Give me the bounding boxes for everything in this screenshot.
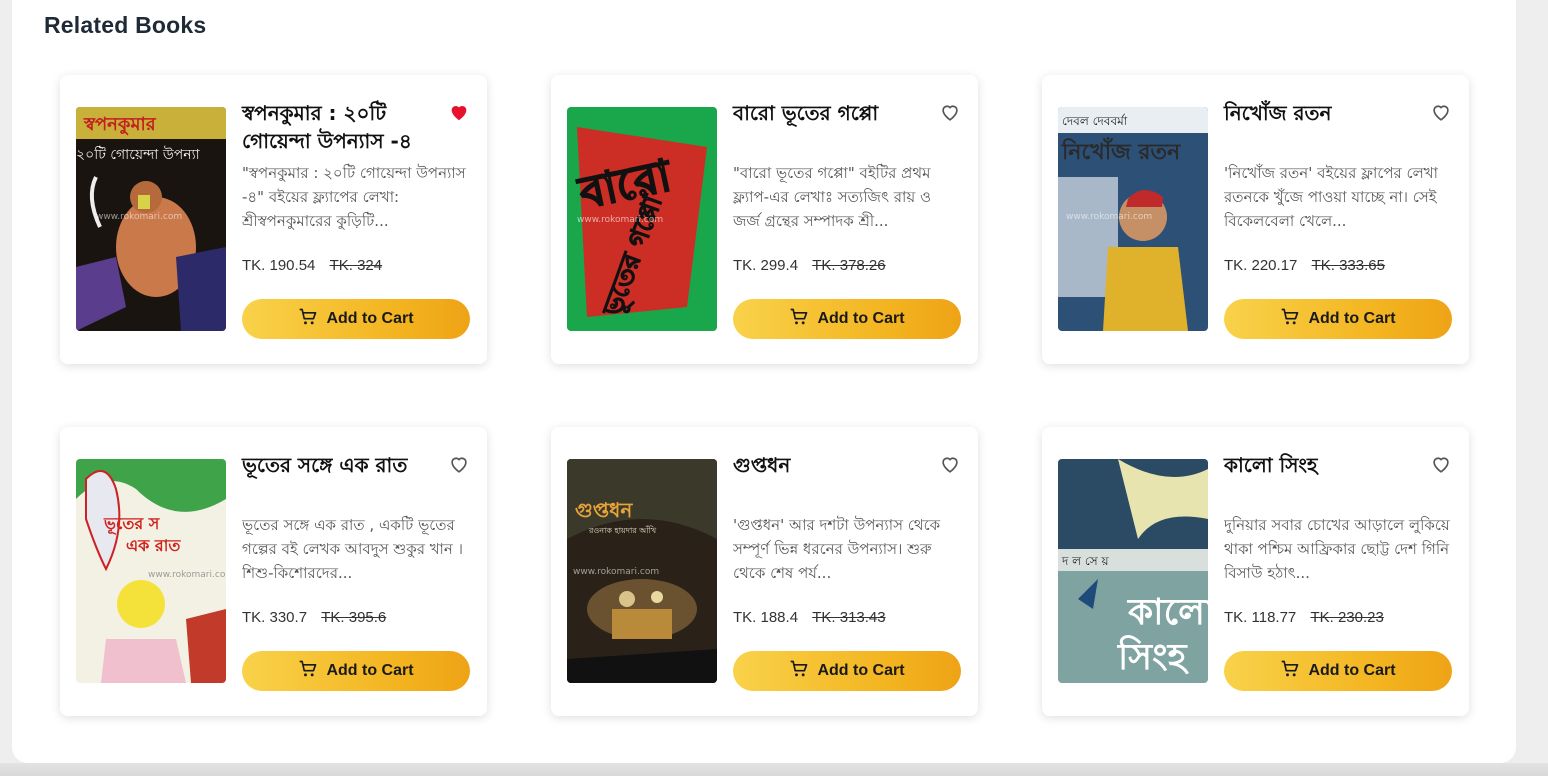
svg-text:দেবল দেববর্মা: দেবল দেববর্মা bbox=[1062, 114, 1128, 128]
add-to-cart-button[interactable]: Add to Cart bbox=[1224, 299, 1452, 339]
cart-icon bbox=[789, 659, 809, 684]
heart-outline-icon[interactable] bbox=[448, 453, 470, 475]
book-info: স্বপনকুমার : ২০টি গোয়েন্দা উপন্যাস -৪ "… bbox=[242, 99, 470, 339]
svg-text:গুপ্তধন: গুপ্তধন bbox=[575, 498, 633, 522]
book-info: নিখোঁজ রতন 'নিখোঁজ রতন' বইয়ের ফ্লাপের ল… bbox=[1224, 99, 1452, 339]
price-row: TK. 190.54 TK. 324 bbox=[242, 257, 382, 274]
price-row: TK. 330.7 TK. 395.6 bbox=[242, 609, 386, 626]
cart-icon bbox=[1280, 659, 1300, 684]
book-description: 'নিখোঁজ রতন' বইয়ের ফ্লাপের লেখা রতনকে খ… bbox=[1224, 164, 1439, 230]
book-cover-image[interactable]: স্বপনকুমার ২০টি গোয়েন্দা উপন্যা www.rok… bbox=[76, 107, 226, 331]
book-card[interactable]: ভূতের স এক রাত www.rokomari.com ভূতের সঙ… bbox=[60, 427, 487, 716]
book-description: 'গুপ্তধন' আর দশটা উপন্যাস থেকে সম্পূর্ণ … bbox=[733, 516, 941, 582]
svg-text:স্বপনকুমার: স্বপনকুমার bbox=[83, 114, 157, 135]
current-price: TK. 188.4 bbox=[733, 609, 799, 626]
book-description: ভূতের সঙ্গে এক রাত , একটি ভূতের গল্পের ব… bbox=[242, 516, 463, 582]
book-info: গুপ্তধন 'গুপ্তধন' আর দশটা উপন্যাস থেকে স… bbox=[733, 451, 961, 691]
old-price: TK. 230.23 bbox=[1310, 609, 1384, 626]
cart-icon bbox=[1280, 307, 1300, 332]
svg-text:এক রাত: এক রাত bbox=[126, 536, 181, 555]
add-to-cart-button[interactable]: Add to Cart bbox=[242, 651, 470, 691]
svg-text:২০টি গোয়েন্দা উপন্যা: ২০টি গোয়েন্দা উপন্যা bbox=[76, 146, 201, 163]
svg-text:www.rokomari.com: www.rokomari.com bbox=[1066, 212, 1152, 222]
svg-text:রওনাক হায়দার আঁখি: রওনাক হায়দার আঁখি bbox=[588, 525, 657, 535]
heart-filled-icon[interactable] bbox=[448, 101, 470, 123]
price-row: TK. 188.4 TK. 313.43 bbox=[733, 609, 886, 626]
page-bottom-edge bbox=[0, 763, 1548, 776]
heart-outline-icon[interactable] bbox=[1430, 453, 1452, 475]
price-row: TK. 118.77 TK. 230.23 bbox=[1224, 609, 1384, 626]
svg-text:কালো: কালো bbox=[1126, 592, 1208, 633]
book-grid: স্বপনকুমার ২০টি গোয়েন্দা উপন্যা www.rok… bbox=[60, 75, 1469, 716]
old-price: TK. 313.43 bbox=[812, 609, 886, 626]
svg-text:দ ল সে য়: দ ল সে য় bbox=[1061, 554, 1109, 568]
book-card[interactable]: গুপ্তধন রওনাক হায়দার আঁখি www.rokomari.… bbox=[551, 427, 978, 716]
add-to-cart-button[interactable]: Add to Cart bbox=[733, 651, 961, 691]
old-price: TK. 378.26 bbox=[812, 257, 886, 274]
svg-text:www.rokomari.com: www.rokomari.com bbox=[148, 570, 226, 580]
book-title[interactable]: কালো সিংহ bbox=[1224, 451, 1410, 479]
book-title[interactable]: নিখোঁজ রতন bbox=[1224, 99, 1410, 127]
book-card[interactable]: দ ল সে য় কালো সিংহ কালো সিংহ দুনিয়ার স… bbox=[1042, 427, 1469, 716]
current-price: TK. 118.77 bbox=[1224, 609, 1297, 626]
section-title: Related Books bbox=[44, 12, 207, 38]
add-to-cart-label: Add to Cart bbox=[817, 662, 905, 679]
old-price: TK. 324 bbox=[329, 257, 383, 274]
book-cover-image[interactable]: বারো ভূতের গপ্পো www.rokomari.com bbox=[567, 107, 717, 331]
add-to-cart-label: Add to Cart bbox=[1308, 310, 1396, 327]
add-to-cart-label: Add to Cart bbox=[326, 662, 414, 679]
price-row: TK. 220.17 TK. 333.65 bbox=[1224, 257, 1385, 274]
book-cover-image[interactable]: গুপ্তধন রওনাক হায়দার আঁখি www.rokomari.… bbox=[567, 459, 717, 683]
add-to-cart-button[interactable]: Add to Cart bbox=[1224, 651, 1452, 691]
cart-icon bbox=[298, 307, 318, 332]
book-title[interactable]: স্বপনকুমার : ২০টি গোয়েন্দা উপন্যাস -৪ bbox=[242, 99, 428, 155]
svg-text:www.rokomari.com: www.rokomari.com bbox=[577, 215, 663, 225]
add-to-cart-button[interactable]: Add to Cart bbox=[733, 299, 961, 339]
svg-text:সিংহ: সিংহ bbox=[1116, 635, 1190, 678]
svg-text:www.rokomari.com: www.rokomari.com bbox=[573, 567, 659, 577]
book-info: বারো ভূতের গপ্পো "বারো ভূতের গপ্পো" বইটি… bbox=[733, 99, 961, 339]
book-info: ভূতের সঙ্গে এক রাত ভূতের সঙ্গে এক রাত , … bbox=[242, 451, 470, 691]
book-info: কালো সিংহ দুনিয়ার সবার চোখের আড়ালে লুক… bbox=[1224, 451, 1452, 691]
old-price: TK. 333.65 bbox=[1311, 257, 1385, 274]
book-description: "স্বপনকুমার : ২০টি গোয়েন্দা উপন্যাস -৪"… bbox=[242, 164, 466, 230]
heart-outline-icon[interactable] bbox=[939, 101, 961, 123]
current-price: TK. 220.17 bbox=[1224, 257, 1298, 274]
add-to-cart-label: Add to Cart bbox=[817, 310, 905, 327]
cart-icon bbox=[789, 307, 809, 332]
price-row: TK. 299.4 TK. 378.26 bbox=[733, 257, 886, 274]
svg-text:ভূতের স: ভূতের স bbox=[103, 514, 161, 535]
heart-outline-icon[interactable] bbox=[939, 453, 961, 475]
book-description: দুনিয়ার সবার চোখের আড়ালে লুকিয়ে থাকা … bbox=[1224, 516, 1450, 582]
add-to-cart-label: Add to Cart bbox=[326, 310, 414, 327]
cart-icon bbox=[298, 659, 318, 684]
heart-outline-icon[interactable] bbox=[1430, 101, 1452, 123]
svg-text:নিখোঁজ রতন: নিখোঁজ রতন bbox=[1061, 137, 1181, 165]
book-card[interactable]: দেবল দেববর্মা নিখোঁজ রতন www.rokomari.co… bbox=[1042, 75, 1469, 364]
book-card[interactable]: বারো ভূতের গপ্পো www.rokomari.com বারো ভ… bbox=[551, 75, 978, 364]
book-cover-image[interactable]: দেবল দেববর্মা নিখোঁজ রতন www.rokomari.co… bbox=[1058, 107, 1208, 331]
old-price: TK. 395.6 bbox=[321, 609, 387, 626]
book-description: "বারো ভূতের গপ্পো" বইটির প্রথম ফ্ল্যাপ-এ… bbox=[733, 164, 932, 230]
current-price: TK. 330.7 bbox=[242, 609, 308, 626]
book-title[interactable]: গুপ্তধন bbox=[733, 451, 919, 479]
svg-text:www.rokomari.com: www.rokomari.com bbox=[96, 212, 182, 222]
book-card[interactable]: স্বপনকুমার ২০টি গোয়েন্দা উপন্যা www.rok… bbox=[60, 75, 487, 364]
book-title[interactable]: ভূতের সঙ্গে এক রাত bbox=[242, 451, 428, 479]
add-to-cart-label: Add to Cart bbox=[1308, 662, 1396, 679]
current-price: TK. 190.54 bbox=[242, 257, 316, 274]
add-to-cart-button[interactable]: Add to Cart bbox=[242, 299, 470, 339]
book-title[interactable]: বারো ভূতের গপ্পো bbox=[733, 99, 919, 127]
book-cover-image[interactable]: ভূতের স এক রাত www.rokomari.com bbox=[76, 459, 226, 683]
current-price: TK. 299.4 bbox=[733, 257, 799, 274]
book-cover-image[interactable]: দ ল সে য় কালো সিংহ bbox=[1058, 459, 1208, 683]
